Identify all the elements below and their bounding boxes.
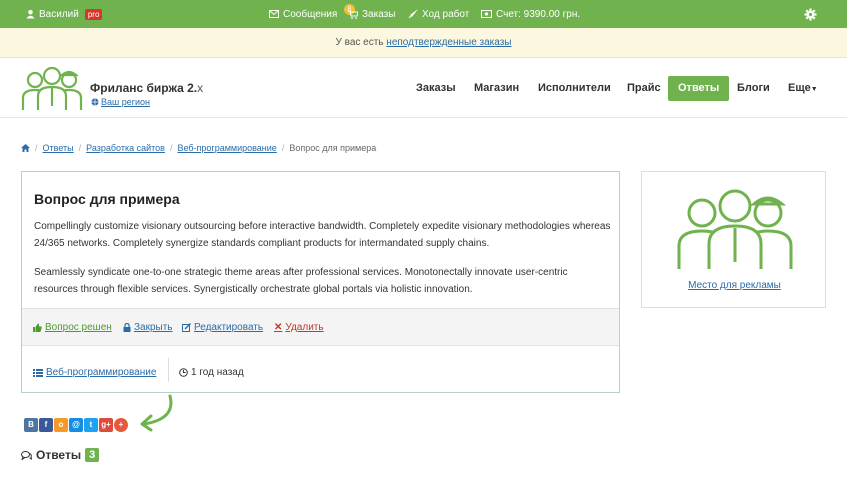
nav-answers[interactable]: Ответы xyxy=(668,76,730,101)
breadcrumb-separator: / xyxy=(281,143,285,153)
answers-header: Ответы 3 xyxy=(21,448,100,462)
user-name: Василий xyxy=(39,8,79,20)
notice-text: У вас есть xyxy=(335,37,384,48)
nav-more-label: Еще xyxy=(788,82,811,94)
question-paragraph-2: Seamlessly syndicate one-to-one strategi… xyxy=(34,267,568,295)
rocket-icon xyxy=(408,9,418,19)
nav-orders[interactable]: Заказы xyxy=(416,76,456,101)
breadcrumb-separator: / xyxy=(169,143,173,153)
edit-question-button[interactable]: Редактировать xyxy=(182,322,263,333)
breadcrumb-current: Вопрос для примера xyxy=(289,143,377,153)
breadcrumb: / Ответы / Разработка сайтов / Веб-прогр… xyxy=(21,143,376,153)
pro-badge: pro xyxy=(84,8,103,20)
question-time-label: 1 год назад xyxy=(191,367,244,378)
nav-blogs[interactable]: Блоги xyxy=(737,76,770,101)
breadcrumb-web-programming[interactable]: Веб-программирование xyxy=(177,143,276,153)
answers-label: Ответы xyxy=(36,448,82,462)
share-googleplus-button[interactable]: g+ xyxy=(99,418,113,432)
question-paragraph-1: Compellingly customize visionary outsour… xyxy=(34,221,611,249)
region-link[interactable]: Ваш регион xyxy=(101,97,150,107)
edit-icon xyxy=(182,323,191,332)
progress-label: Ход работ xyxy=(422,8,470,20)
nav-more[interactable]: Еще▼ xyxy=(788,76,818,101)
question-time: 1 год назад xyxy=(179,367,244,378)
answers-count-badge: 3 xyxy=(85,448,100,462)
close-question-label: Закрыть xyxy=(134,322,173,333)
share-more-button[interactable]: + xyxy=(114,418,128,432)
money-icon xyxy=(481,10,492,18)
caret-down-icon: ▼ xyxy=(810,86,818,93)
user-icon xyxy=(26,9,35,19)
settings-button[interactable] xyxy=(804,0,817,28)
top-bar: Василий pro Сообщения 8 Заказы Ход работ… xyxy=(0,0,847,28)
category-label: Веб-программирование xyxy=(46,367,157,378)
category-link[interactable]: Веб-программирование xyxy=(33,367,156,378)
home-icon[interactable] xyxy=(21,144,30,152)
user-menu[interactable]: Василий pro xyxy=(26,0,103,28)
logo-people-icon[interactable] xyxy=(21,66,83,111)
delete-question-button[interactable]: ✕ Удалить xyxy=(274,322,324,333)
delete-question-label: Удалить xyxy=(285,322,324,333)
clock-icon xyxy=(179,368,188,377)
share-facebook-button[interactable]: f xyxy=(39,418,53,432)
mark-solved-label: Вопрос решен xyxy=(45,322,112,333)
comments-icon xyxy=(21,450,32,460)
ad-placement-link[interactable]: Место для рекламы xyxy=(642,280,827,291)
breadcrumb-separator: / xyxy=(78,143,82,153)
share-twitter-button[interactable]: t xyxy=(84,418,98,432)
mark-solved-button[interactable]: Вопрос решен xyxy=(33,322,112,333)
lock-icon xyxy=(123,323,131,332)
nav-shop[interactable]: Магазин xyxy=(474,76,519,101)
breadcrumb-web-dev[interactable]: Разработка сайтов xyxy=(86,143,165,153)
share-buttons: В f о @ t g+ + xyxy=(24,418,128,432)
breadcrumb-answers[interactable]: Ответы xyxy=(43,143,74,153)
delete-x-icon: ✕ xyxy=(274,322,283,333)
breadcrumb-separator: / xyxy=(35,143,38,153)
list-icon xyxy=(33,368,43,377)
nav-price[interactable]: Прайс xyxy=(627,76,661,101)
question-panel: Вопрос для примера Compellingly customiz… xyxy=(21,171,620,393)
unconfirmed-orders-notice: У вас есть неподтвержденные заказы xyxy=(0,28,847,58)
edit-question-label: Редактировать xyxy=(194,322,264,333)
thumbs-up-icon xyxy=(33,323,42,332)
brand-name[interactable]: Фриланс биржа 2.x xyxy=(90,81,203,95)
balance-label: Счет: 9390.00 грн. xyxy=(496,8,581,20)
gear-icon xyxy=(804,7,817,21)
ad-panel: Место для рекламы xyxy=(641,171,826,308)
unconfirmed-orders-link[interactable]: неподтвержденные заказы xyxy=(386,37,511,48)
ad-people-icon xyxy=(677,189,793,269)
envelope-icon xyxy=(269,10,279,18)
question-footer: Веб-программирование 1 год назад xyxy=(22,346,619,392)
messages-label: Сообщения xyxy=(283,8,338,20)
messages-link[interactable]: Сообщения xyxy=(269,0,337,28)
footer-divider xyxy=(168,358,169,382)
arrow-pointer-icon xyxy=(140,394,173,432)
progress-link[interactable]: Ход работ xyxy=(408,0,469,28)
share-mailru-button[interactable]: @ xyxy=(69,418,83,432)
globe-icon xyxy=(91,98,99,106)
orders-link[interactable]: Заказы xyxy=(348,0,395,28)
question-actions: Вопрос решен Закрыть Редактировать ✕ Уда… xyxy=(22,308,619,346)
balance-link[interactable]: Счет: 9390.00 грн. xyxy=(481,0,580,28)
orders-label: Заказы xyxy=(362,8,396,20)
close-question-button[interactable]: Закрыть xyxy=(123,322,173,333)
question-title: Вопрос для примера xyxy=(34,191,180,207)
cart-icon xyxy=(348,10,358,19)
share-odnoklassniki-button[interactable]: о xyxy=(54,418,68,432)
region-selector[interactable]: Ваш регион xyxy=(91,97,150,107)
nav-freelancers[interactable]: Исполнители xyxy=(538,76,611,101)
share-vk-button[interactable]: В xyxy=(24,418,38,432)
